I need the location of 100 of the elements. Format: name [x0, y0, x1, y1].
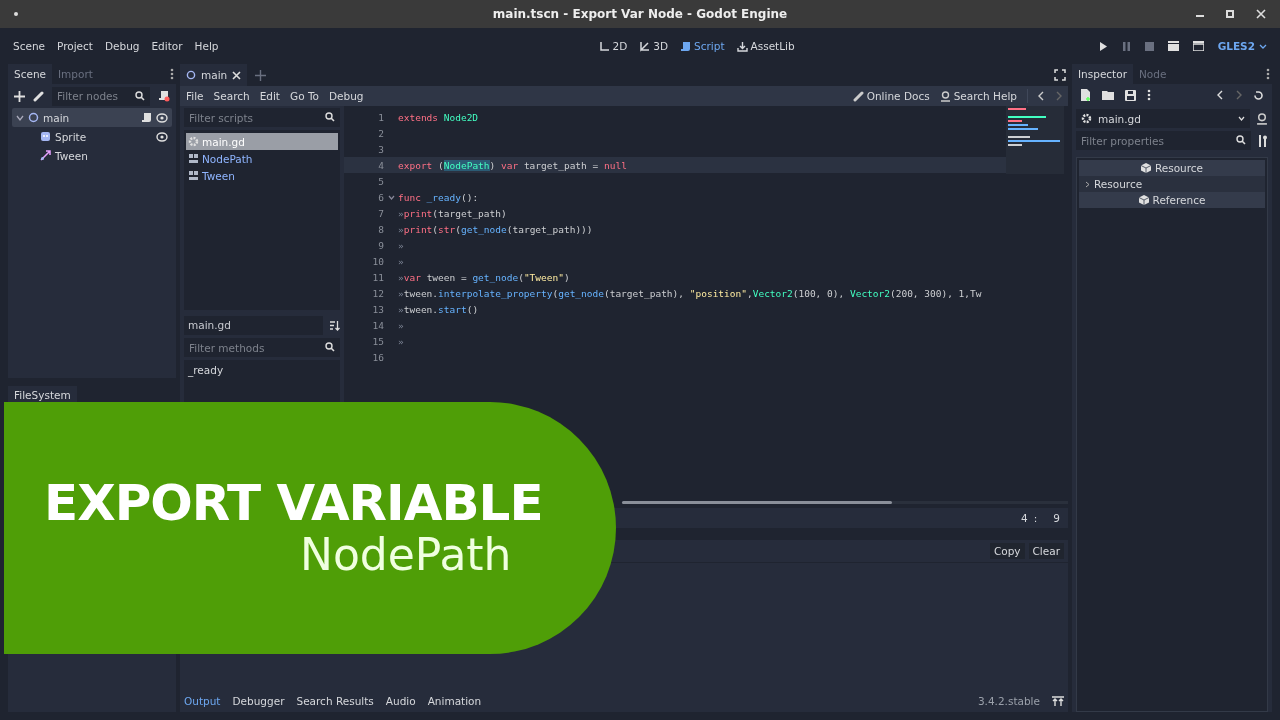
workspace-tab[interactable]: 2D: [598, 40, 628, 52]
more-icon[interactable]: [170, 68, 174, 80]
filter-methods-field[interactable]: Filter methods: [184, 338, 340, 357]
line-number: 16: [371, 351, 384, 363]
dock-tab[interactable]: Scene: [8, 64, 52, 84]
renderer-dropdown[interactable]: GLES2: [1217, 40, 1267, 52]
line-number: 6: [377, 191, 384, 203]
filter-scripts-field[interactable]: Filter scripts: [184, 108, 340, 127]
3d-icon: [639, 40, 651, 52]
code-text: »print(target_path): [398, 207, 507, 219]
menu-item[interactable]: Project: [57, 40, 93, 52]
chevron-icon[interactable]: [16, 113, 24, 122]
output-button[interactable]: Copy: [989, 543, 1025, 559]
close-icon[interactable]: [1256, 9, 1266, 19]
save-icon[interactable]: [1125, 89, 1136, 101]
line-number: 15: [371, 335, 384, 347]
new-resource-icon[interactable]: [1080, 89, 1091, 101]
dock-tab[interactable]: Inspector: [1072, 64, 1133, 84]
close-icon[interactable]: [232, 70, 242, 80]
menu-item[interactable]: Debug: [104, 40, 140, 52]
eye-icon[interactable]: [156, 112, 168, 123]
back-icon[interactable]: [1038, 91, 1045, 101]
bottom-panel-tab[interactable]: Debugger: [232, 695, 285, 707]
cube-icon: [1138, 195, 1149, 205]
play-icon[interactable]: [1098, 41, 1108, 51]
filter-nodes-field[interactable]: Filter nodes: [52, 86, 150, 106]
forward-icon[interactable]: [1235, 90, 1242, 100]
output-button[interactable]: Clear: [1028, 543, 1064, 559]
pause-icon[interactable]: [1121, 41, 1131, 51]
bottom-panel-tab[interactable]: Search Results: [296, 695, 374, 707]
more-icon[interactable]: [1147, 89, 1151, 101]
maximize-icon[interactable]: [1226, 10, 1234, 18]
line-number: 14: [371, 319, 384, 331]
circle-icon: [186, 70, 196, 80]
help-button[interactable]: Online Docs: [852, 90, 930, 102]
eye-icon[interactable]: [156, 131, 168, 142]
link-icon[interactable]: [33, 90, 44, 102]
menu-item[interactable]: Scene: [13, 40, 45, 52]
line-number: 4: [377, 159, 384, 171]
script-list-item[interactable]: Tween: [186, 167, 338, 184]
workspace-tab[interactable]: 3D: [639, 40, 669, 52]
cursor-column: 9: [1053, 512, 1060, 524]
menu-item[interactable]: Debug: [328, 90, 364, 102]
menu-item[interactable]: Edit: [259, 90, 280, 102]
stop-icon[interactable]: [1144, 41, 1154, 51]
window-menu-icon[interactable]: [14, 12, 18, 16]
clapperboard-icon[interactable]: [1167, 41, 1179, 51]
gear-icon: [188, 136, 199, 147]
clapperboard-icon[interactable]: [1192, 41, 1204, 51]
workspace-tab[interactable]: AssetLib: [736, 40, 795, 52]
folder-icon[interactable]: [1102, 90, 1114, 100]
fullscreen-icon[interactable]: [1054, 69, 1066, 81]
cursor-line: 4: [1021, 512, 1028, 524]
method-list-item[interactable]: _ready: [188, 364, 336, 376]
bottom-panel-tab[interactable]: Output: [184, 695, 221, 707]
code-text: »var tween = get_node("Tween"): [398, 271, 570, 283]
workspace-tab[interactable]: Script: [680, 40, 725, 52]
inspector-category: Reference: [1079, 192, 1265, 208]
horizontal-scrollbar[interactable]: [622, 501, 1068, 504]
node-name: Sprite: [55, 130, 87, 143]
inspector-group[interactable]: Resource: [1079, 176, 1265, 192]
menu-item[interactable]: Editor: [151, 40, 183, 52]
search-icon: [135, 90, 145, 101]
script-icon[interactable]: [158, 90, 170, 102]
script-icon[interactable]: [141, 112, 152, 123]
resource-dropdown[interactable]: main.gd: [1076, 109, 1250, 128]
tools-icon[interactable]: [1257, 134, 1268, 147]
menu-item[interactable]: File: [186, 90, 204, 102]
menu-item[interactable]: Help: [194, 40, 219, 52]
sort-icon[interactable]: [329, 320, 340, 331]
node-name: Tween: [55, 149, 88, 162]
circle-icon: [28, 112, 39, 123]
code-text: »tween.start(): [398, 303, 479, 315]
help-search-icon[interactable]: [1256, 112, 1268, 125]
bottom-panel-tab[interactable]: Animation: [427, 695, 482, 707]
line-number: 13: [371, 303, 384, 315]
line-number: 11: [371, 271, 384, 283]
menu-item[interactable]: Go To: [290, 90, 319, 102]
back-icon[interactable]: [1217, 90, 1224, 100]
search-icon: [1236, 135, 1246, 145]
window-title: main.tscn - Export Var Node - Godot Engine: [492, 7, 788, 21]
cursor-separator: :: [1033, 512, 1038, 524]
filter-properties-field[interactable]: Filter properties: [1076, 131, 1251, 150]
history-icon[interactable]: [1253, 89, 1264, 101]
tree-item[interactable]: main: [12, 108, 172, 127]
line-number: 12: [371, 287, 384, 299]
editor-tab[interactable]: main: [180, 64, 248, 86]
search-icon: [325, 112, 335, 122]
more-icon[interactable]: [1266, 68, 1270, 80]
script-list-item[interactable]: NodePath: [186, 150, 338, 167]
help-button[interactable]: Search Help: [939, 90, 1017, 102]
line-number: 9: [377, 239, 384, 251]
code-text: func _ready():: [398, 191, 479, 203]
menu-item[interactable]: Search: [213, 90, 250, 102]
bottom-panel-tab[interactable]: Audio: [385, 695, 416, 707]
tree-item[interactable]: Tween: [24, 146, 172, 165]
expand-panel-icon[interactable]: [1052, 696, 1064, 706]
minimap-drawing[interactable]: [1006, 106, 1064, 174]
line-number: 3: [377, 143, 384, 155]
tree-item[interactable]: Sprite: [24, 127, 172, 146]
